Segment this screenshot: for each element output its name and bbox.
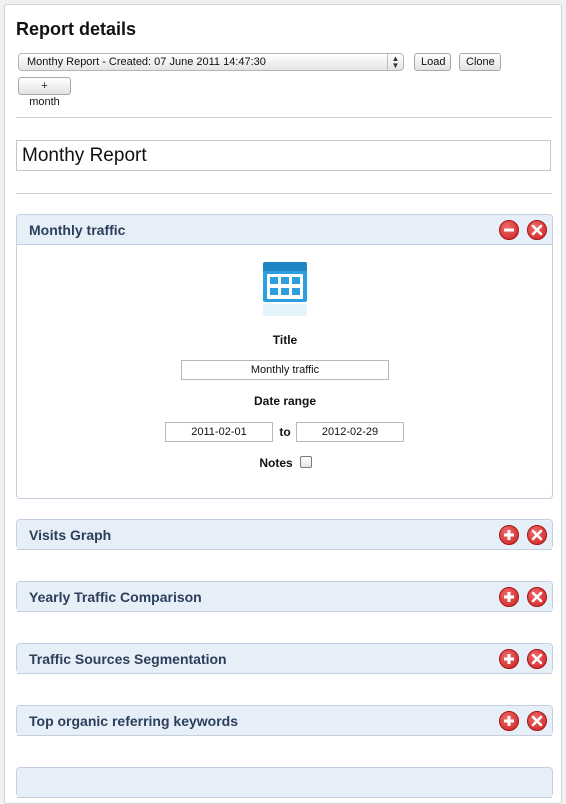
panel-yearly-traffic-comparison: Yearly Traffic Comparison [16, 581, 553, 612]
page-title: Report details [16, 19, 137, 39]
add-month-button[interactable]: + month [18, 77, 71, 108]
panel-top-organic-referring-keywords: Top organic referring keywords [16, 705, 553, 736]
date-range-label: Date range [253, 394, 317, 408]
report-select[interactable]: Monthy Report - Created: 07 June 2011 14… [18, 53, 404, 71]
close-circle-icon[interactable] [527, 649, 547, 669]
panel-traffic-sources-segmentation: Traffic Sources Segmentation [16, 643, 553, 674]
load-button[interactable]: Load [414, 53, 451, 71]
panel-header[interactable]: Traffic Sources Segmentation [17, 644, 552, 674]
date-to-field[interactable]: 2012-02-29 [296, 422, 404, 442]
panel-header[interactable]: Top organic referring keywords [17, 706, 552, 736]
panel-title: Visits Graph [29, 527, 112, 543]
divider [16, 193, 552, 194]
close-circle-icon[interactable] [527, 587, 547, 607]
plus-circle-icon[interactable] [499, 711, 519, 731]
panel-monthly-traffic: Monthly traffic Title Monthly traffic Da… [16, 214, 553, 499]
minus-circle-icon[interactable] [499, 220, 519, 240]
date-from-field[interactable]: 2011-02-01 [165, 422, 273, 442]
close-circle-icon[interactable] [527, 711, 547, 731]
panel-title: Yearly Traffic Comparison [29, 589, 202, 605]
divider [16, 117, 552, 118]
report-details-page: Report details Monthy Report - Created: … [4, 4, 562, 804]
panel-title: Monthly traffic [29, 222, 126, 238]
panel-title: Traffic Sources Segmentation [29, 651, 227, 667]
clone-button[interactable]: Clone [459, 53, 501, 71]
panel-header[interactable]: Visits Graph [17, 520, 552, 550]
panel-next [16, 767, 553, 798]
report-select-value: Monthy Report - Created: 07 June 2011 14… [27, 56, 266, 68]
panel-header[interactable] [17, 768, 552, 798]
panel-header[interactable]: Yearly Traffic Comparison [17, 582, 552, 612]
plus-circle-icon[interactable] [499, 525, 519, 545]
report-name-input[interactable]: Monthy Report [16, 140, 551, 171]
title-label: Title [272, 333, 298, 347]
calendar-icon [263, 262, 307, 316]
title-field[interactable]: Monthly traffic [181, 360, 389, 380]
panel-title: Top organic referring keywords [29, 713, 239, 729]
close-circle-icon[interactable] [527, 220, 547, 240]
close-circle-icon[interactable] [527, 525, 547, 545]
panel-header[interactable]: Monthly traffic [17, 215, 552, 245]
panel-visits-graph: Visits Graph [16, 519, 553, 550]
notes-label: Notes [259, 456, 293, 470]
plus-circle-icon[interactable] [499, 587, 519, 607]
date-to-label: to [279, 425, 291, 439]
select-arrows-icon: ▲ ▼ [387, 54, 403, 70]
plus-circle-icon[interactable] [499, 649, 519, 669]
notes-checkbox[interactable] [300, 456, 312, 468]
